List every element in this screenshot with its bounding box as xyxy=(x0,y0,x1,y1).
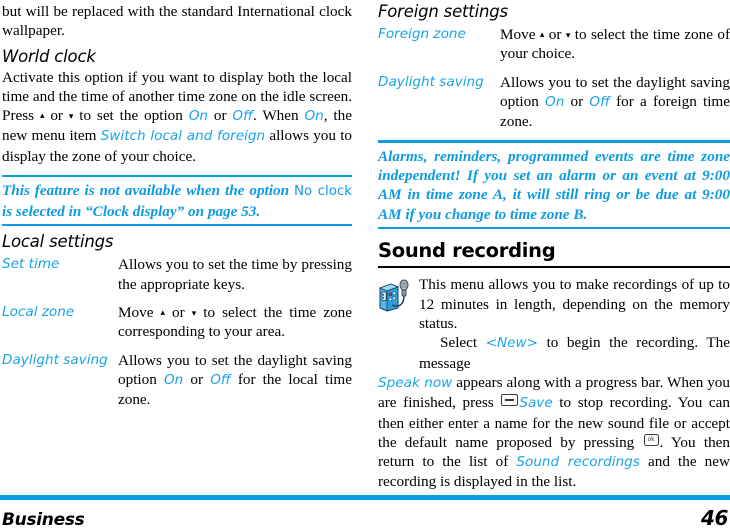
sound-recording-body-rest: Speak now appears along with a progress … xyxy=(378,373,730,492)
footer-accent-bar xyxy=(0,495,730,500)
two-column-body: but will be replaced with the standard I… xyxy=(0,0,730,492)
speak-now-label: Speak now xyxy=(378,374,453,391)
page-footer: Business 46 xyxy=(0,495,730,530)
option-on-label-2: On xyxy=(304,108,324,125)
term-set-time: Set time xyxy=(2,256,60,273)
wc-or-2: or xyxy=(208,107,233,125)
note-rule-top xyxy=(378,140,730,143)
world-clock-paragraph: Activate this option if you want to disp… xyxy=(2,68,352,166)
option-off-label: Off xyxy=(210,371,231,388)
local-settings-table: Set time Allows you to set the time by p… xyxy=(2,255,352,409)
option-on-label: On xyxy=(188,108,209,125)
sound-recording-intro: This menu allows you to make recordings … xyxy=(419,276,730,333)
fz-or: or xyxy=(544,26,566,43)
definition-local-zone: Move ▴ or ▾ to select the time zone corr… xyxy=(118,303,352,351)
tape-recorder-microphone-icon xyxy=(378,278,410,312)
note-highlight-no-clock: No clock xyxy=(293,184,353,200)
lz-text-1: Move xyxy=(118,304,161,322)
menu-item-switch-local-foreign: Switch local and foreign xyxy=(100,128,266,145)
option-off-label: Off xyxy=(232,108,253,125)
term-local-zone: Local zone xyxy=(2,304,75,321)
sound-recording-intro-block: This menu allows you to make recordings … xyxy=(378,275,730,372)
footer-page-number: 46 xyxy=(700,506,728,530)
foreign-settings-table: Foreign zone Move ▴ or ▾ to select the t… xyxy=(378,25,730,131)
note-rule-top xyxy=(2,175,352,178)
section-rule xyxy=(378,266,730,269)
heading-world-clock: World clock xyxy=(2,46,96,66)
sr-text-1: Select xyxy=(440,334,486,352)
sound-recordings-label: Sound recordings xyxy=(516,454,640,471)
note-clock-display: This feature is not available when the o… xyxy=(2,175,352,227)
continuation-paragraph: but will be replaced with the standard I… xyxy=(2,3,352,40)
new-item-label: <New> xyxy=(485,335,539,352)
table-row: Foreign zone Move ▴ or ▾ to select the t… xyxy=(378,25,730,73)
option-off-label: Off xyxy=(589,93,610,110)
ds-or: or xyxy=(183,370,211,388)
note-text-1: This feature is not available when the o… xyxy=(2,182,294,200)
note-text-2: is selected in “Clock display” on page 5… xyxy=(2,202,261,220)
note-rule-bottom xyxy=(2,224,352,227)
option-on-label: On xyxy=(163,371,184,388)
definition-set-time: Allows you to set the time by pressing t… xyxy=(118,256,352,293)
lz-or: or xyxy=(165,304,192,322)
sound-recording-intro-text: This menu allows you to make recordings … xyxy=(419,275,730,372)
footer-row: Business 46 xyxy=(0,506,730,530)
definition-daylight-saving-local: Allows you to set the daylight saving op… xyxy=(118,351,352,410)
term-foreign-zone: Foreign zone xyxy=(378,26,466,42)
table-row: Daylight saving Allows you to set the da… xyxy=(378,73,730,132)
note-rule-bottom xyxy=(378,227,730,230)
table-row: Set time Allows you to set the time by p… xyxy=(2,255,352,303)
definition-daylight-saving-foreign: Allows you to set the daylight saving op… xyxy=(500,73,730,132)
footer-chapter-name: Business xyxy=(2,510,85,530)
heading-foreign-settings: Foreign settings xyxy=(378,2,508,21)
option-on-label: On xyxy=(545,93,565,110)
note-text: Alarms, reminders, programmed events are… xyxy=(378,147,730,223)
sound-recording-body-first: Select <New> to begin the recording. The… xyxy=(419,333,730,373)
wc-or-1: or xyxy=(44,107,69,125)
wc-text-3: . When xyxy=(252,107,305,125)
fz-text-1: Move xyxy=(500,26,540,43)
save-label: Save xyxy=(519,395,553,412)
heading-local-settings: Local settings xyxy=(2,232,114,252)
table-row: Local zone Move ▴ or ▾ to select the tim… xyxy=(2,303,352,351)
left-column: but will be replaced with the standard I… xyxy=(0,0,352,492)
wc-text-2: to set the option xyxy=(73,107,189,125)
term-daylight-saving-foreign: Daylight saving xyxy=(378,73,484,90)
term-daylight-saving-local: Daylight saving xyxy=(2,351,108,368)
right-column: Foreign settings Foreign zone Move ▴ or … xyxy=(378,0,730,492)
ok-key-icon: ok xyxy=(643,433,659,446)
manual-page: but will be replaced with the standard I… xyxy=(0,0,730,530)
definition-foreign-zone: Move ▴ or ▾ to select the time zone of y… xyxy=(500,25,730,73)
note-time-zone-independent: Alarms, reminders, programmed events are… xyxy=(378,140,730,230)
soft-key-icon xyxy=(501,394,519,407)
note-text: This feature is not available when the o… xyxy=(2,181,352,221)
heading-sound-recording: Sound recording xyxy=(378,239,556,263)
table-row: Daylight saving Allows you to set the da… xyxy=(2,351,352,410)
dsf-or: or xyxy=(564,92,590,110)
